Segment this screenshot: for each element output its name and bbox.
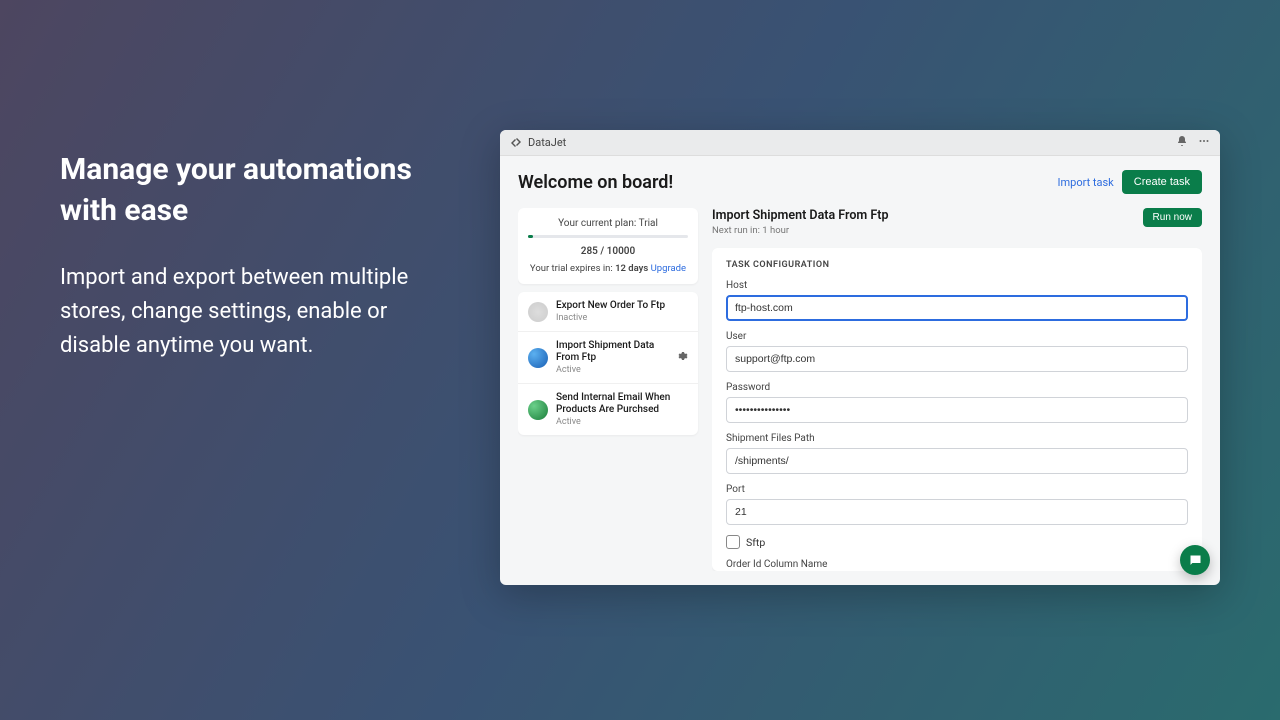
- password-input[interactable]: [726, 397, 1188, 423]
- plan-name: Trial: [639, 218, 658, 229]
- task-item-label: Export New Order To Ftp: [556, 300, 688, 312]
- create-task-button[interactable]: Create task: [1122, 170, 1202, 194]
- notification-icon[interactable]: [1176, 135, 1188, 150]
- task-item-status: Active: [556, 365, 668, 375]
- config-panel: TASK CONFIGURATION Host User Password: [712, 248, 1202, 571]
- page-title: Welcome on board!: [518, 172, 673, 193]
- app-window: DataJet Welcome on board! Import task Cr…: [500, 130, 1220, 585]
- task-item-label: Import Shipment Data From Ftp: [556, 340, 668, 364]
- detail-title: Import Shipment Data From Ftp: [712, 208, 888, 223]
- chat-button[interactable]: [1180, 545, 1210, 575]
- user-label: User: [726, 331, 1188, 342]
- config-heading: TASK CONFIGURATION: [726, 260, 1188, 270]
- task-icon: [528, 400, 548, 420]
- sftp-label: Sftp: [746, 536, 765, 549]
- detail-subtitle: Next run in: 1 hour: [712, 225, 888, 236]
- gear-icon[interactable]: [676, 350, 688, 365]
- password-label: Password: [726, 382, 1188, 393]
- task-item-export-order[interactable]: Export New Order To Ftp Inactive: [518, 292, 698, 332]
- promo-body: Import and export between multiple store…: [60, 261, 460, 363]
- host-input[interactable]: [726, 295, 1188, 321]
- task-list: Export New Order To Ftp Inactive Import …: [518, 292, 698, 435]
- path-input[interactable]: [726, 448, 1188, 474]
- plan-prefix: Your current plan:: [558, 218, 636, 229]
- titlebar: DataJet: [500, 130, 1220, 156]
- import-task-link[interactable]: Import task: [1058, 176, 1114, 189]
- expiry-prefix: Your trial expires in:: [530, 263, 613, 274]
- task-icon: [528, 302, 548, 322]
- task-icon: [528, 348, 548, 368]
- more-icon[interactable]: [1198, 135, 1210, 150]
- chat-icon: [1188, 553, 1203, 568]
- task-item-label: Send Internal Email When Products Are Pu…: [556, 392, 688, 416]
- port-input[interactable]: [726, 499, 1188, 525]
- task-item-import-shipment[interactable]: Import Shipment Data From Ftp Active: [518, 332, 698, 384]
- usage-progress: [528, 235, 688, 238]
- usage-text: 285 / 10000: [528, 246, 688, 257]
- orderid-label: Order Id Column Name: [726, 559, 1188, 570]
- plan-card: Your current plan: Trial 285 / 10000 You…: [518, 208, 698, 284]
- task-item-status: Active: [556, 417, 688, 427]
- detail-header: Import Shipment Data From Ftp Next run i…: [712, 208, 1202, 236]
- app-logo-icon: [510, 137, 522, 149]
- upgrade-link[interactable]: Upgrade: [651, 263, 686, 274]
- run-now-button[interactable]: Run now: [1143, 208, 1202, 227]
- user-input[interactable]: [726, 346, 1188, 372]
- promo-panel: Manage your automations with ease Import…: [60, 150, 460, 363]
- host-label: Host: [726, 280, 1188, 291]
- expiry-days: 12 days: [615, 263, 648, 274]
- task-item-status: Inactive: [556, 313, 688, 323]
- page-header: Welcome on board! Import task Create tas…: [518, 170, 1202, 194]
- promo-heading: Manage your automations with ease: [60, 150, 460, 231]
- sftp-checkbox[interactable]: [726, 535, 740, 549]
- task-item-send-email[interactable]: Send Internal Email When Products Are Pu…: [518, 384, 698, 435]
- path-label: Shipment Files Path: [726, 433, 1188, 444]
- app-name: DataJet: [528, 136, 566, 149]
- port-label: Port: [726, 484, 1188, 495]
